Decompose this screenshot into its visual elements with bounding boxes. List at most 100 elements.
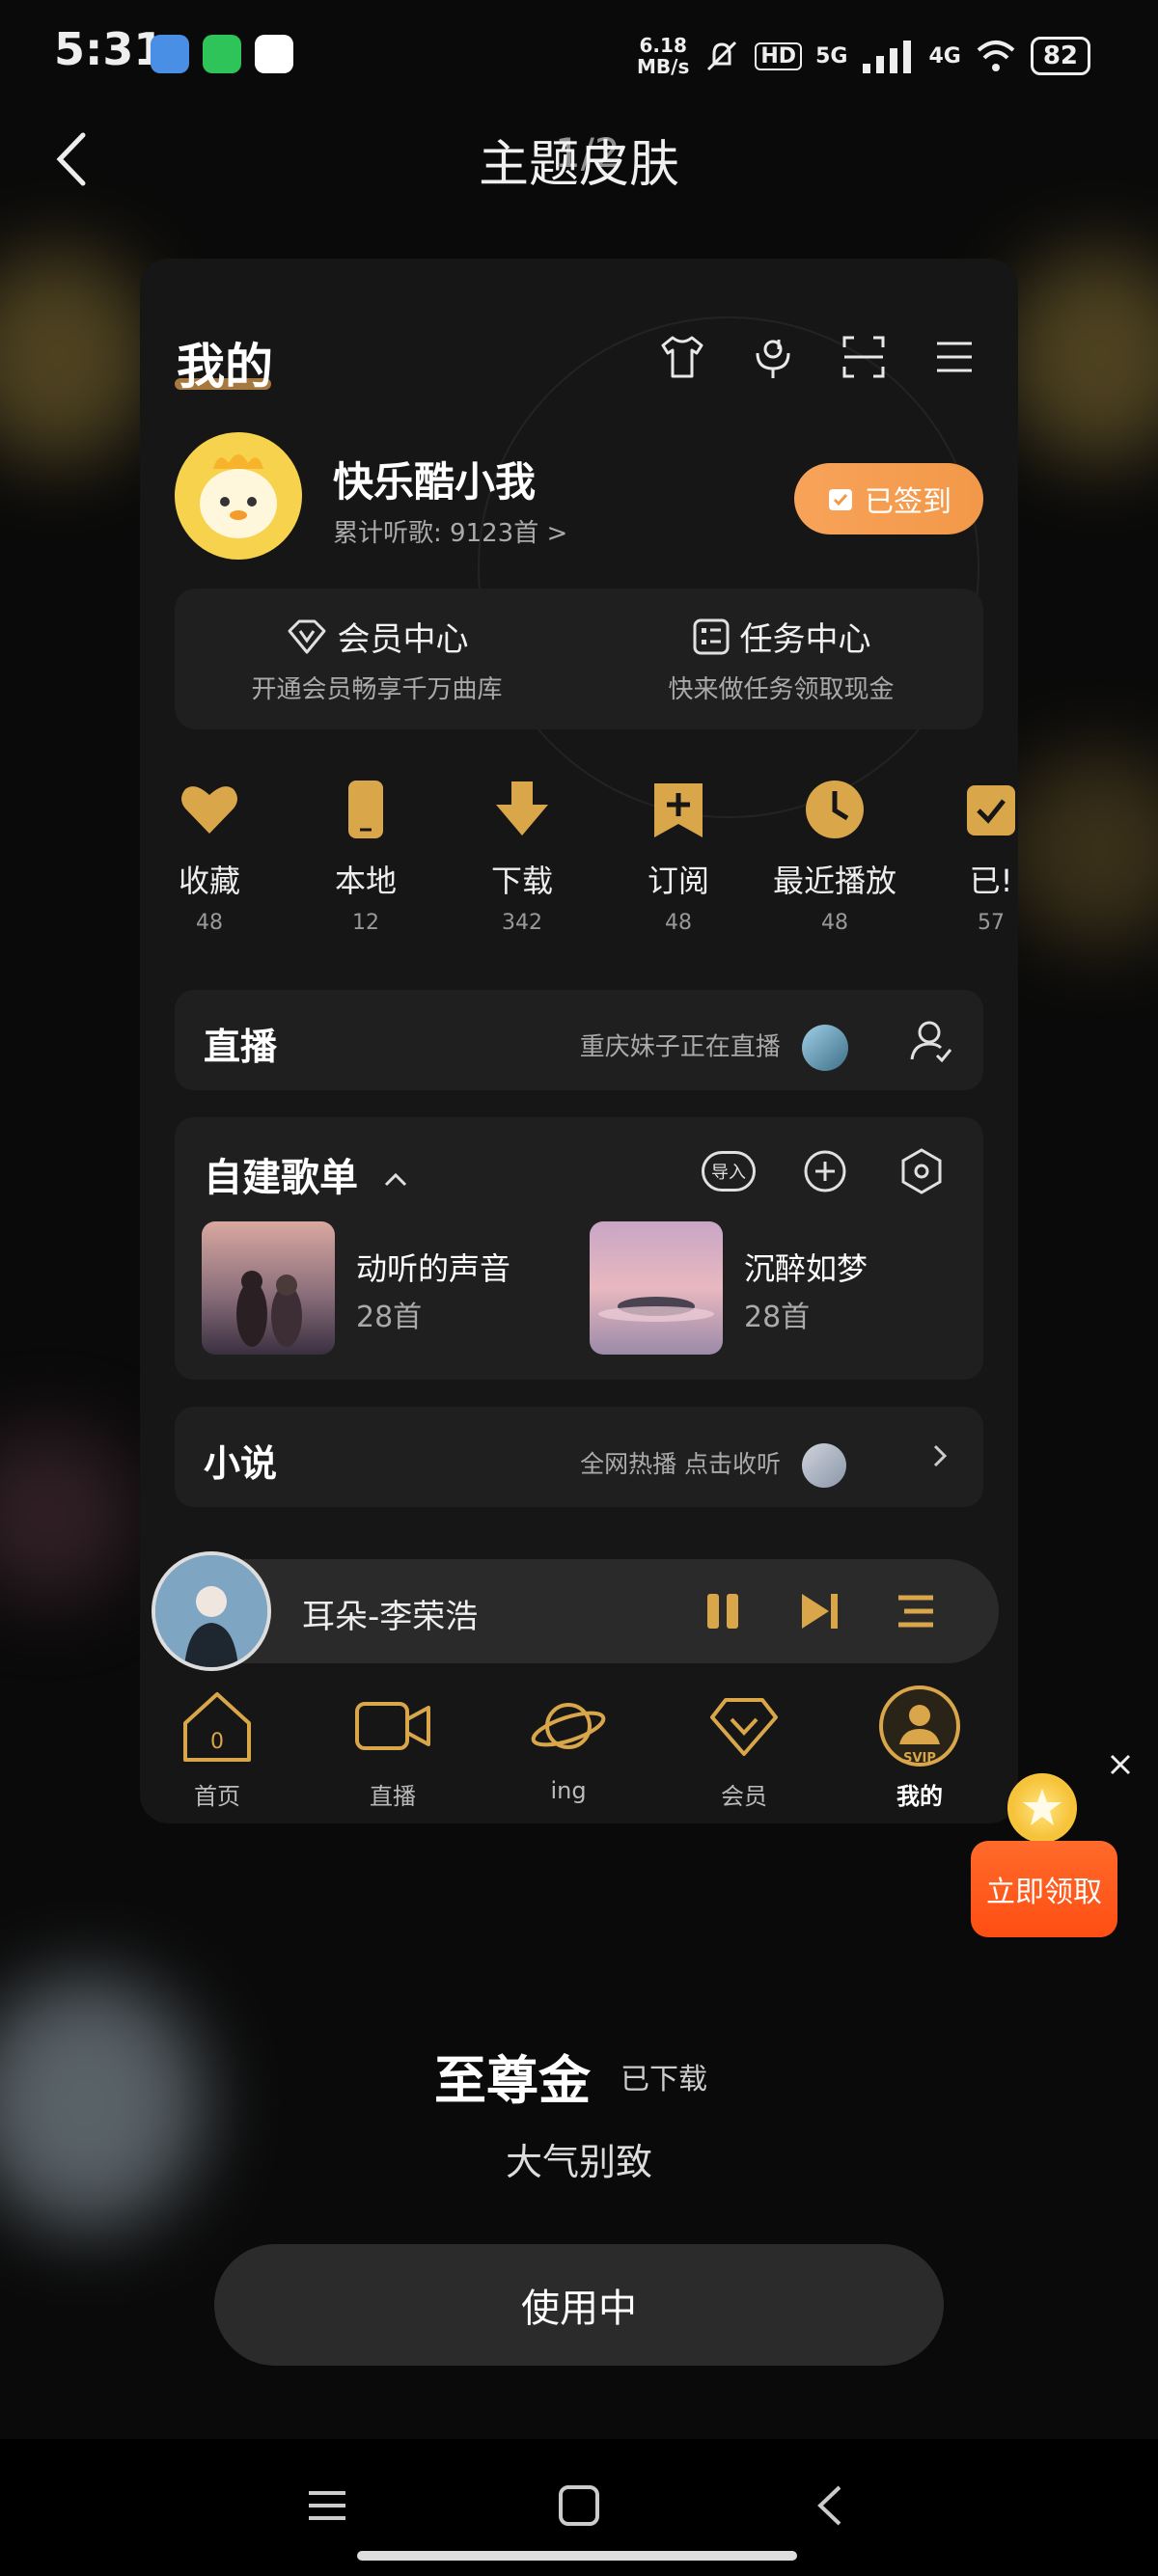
download-status: 已下载 [620,2063,707,2096]
add-playlist-icon[interactable] [798,1144,852,1198]
clock-icon [806,781,864,838]
cloud-island-image [598,1297,714,1322]
playlist-queue-icon[interactable] [891,1586,941,1636]
task-center-title: 任务中心 [739,620,871,659]
live-status-label: 重庆妹子正在直播 [579,1032,781,1062]
quick-item-recent[interactable]: 最近播放 48 [758,778,912,935]
player-controls [698,1586,941,1636]
tab-label: 会员 [721,1783,767,1810]
diamond-v-icon [288,619,325,653]
task-center[interactable]: 任务中心 快来做任务领取现金 [579,589,983,729]
tab-label: 我的 [896,1783,943,1810]
playlist-actions: 导入 [702,1144,949,1198]
next-track-icon[interactable] [794,1586,844,1636]
planet-icon [531,1703,606,1749]
playlist-item[interactable]: 沉醉如梦 28首 [590,1221,956,1357]
calendar-check-icon [829,489,852,510]
playlist-item[interactable]: 动听的声音 28首 [202,1221,568,1357]
avatar-mascot-icon [200,454,277,538]
center-row: 会员中心 开通会员畅享千万曲库 任务中心 快来做任务领取现金 [175,589,983,729]
tab-label: 首页 [194,1783,240,1810]
system-back-icon[interactable] [807,2481,855,2530]
preview-title: 我的 [177,339,273,395]
chevron-right-icon [933,1444,948,1467]
close-icon[interactable] [1100,1744,1141,1785]
quick-item-subscribe[interactable]: 订阅 48 [601,778,756,935]
import-label: 导入 [711,1163,746,1183]
app-notification-icon [203,35,241,73]
settings-hex-icon[interactable] [895,1144,949,1198]
member-center-subtitle: 开通会员畅享千万曲库 [251,675,503,704]
scan-icon[interactable] [839,332,889,382]
pause-icon[interactable] [698,1586,748,1636]
tab-vip[interactable]: 会员 [667,1685,821,1811]
hd-badge: HD [755,41,803,70]
avatar[interactable] [175,432,302,560]
mute-icon [707,41,737,71]
video-camera-icon [355,1702,430,1750]
tab-ing[interactable]: ing [491,1685,646,1804]
novel-section[interactable]: 小说 全网热播 点击收听 [175,1407,983,1507]
playlist-title[interactable]: 自建歌单 [204,1146,410,1202]
quick-item-label: 下载 [490,863,553,899]
background-glow [1004,753,1158,945]
menu-icon[interactable] [929,332,979,382]
live-title: 直播 [204,1026,278,1068]
quick-item-favorites[interactable]: 收藏 48 [140,778,287,935]
mini-player[interactable]: 耳朵-李荣浩 [152,1551,999,1671]
phone-icon [348,781,383,838]
live-status-text: 重庆妹子正在直播 [580,1025,848,1071]
home-button-icon[interactable] [555,2481,603,2530]
playlist-name: 沉醉如梦 [744,1250,868,1287]
quick-item-label: 已! [969,863,1013,899]
claim-reward-button[interactable]: 立即领取 [971,1841,1117,1937]
recent-apps-icon[interactable] [303,2481,351,2530]
tab-label: ing [550,1777,587,1804]
quick-item-label: 订阅 [647,863,709,899]
novel-promo: 全网热播 点击收听 [580,1443,846,1488]
quick-item-label: 收藏 [178,863,240,899]
heart-icon [181,786,237,834]
quick-item-label: 本地 [334,863,397,899]
theme-preview-card[interactable]: 我的 快乐酷小我 累计听歌: 9123首 > 已签到 会员中心 开通会员畅享千万… [140,259,1018,1823]
status-right: 6.18 MB/s HD 5G 4G 82 [637,35,1090,77]
home-indicator[interactable] [357,2551,797,2561]
star-coin-icon[interactable] [1007,1773,1077,1843]
theme-name: 至尊金 [434,2050,591,2111]
star-icon [1023,1789,1062,1825]
tab-mine[interactable]: SVIP 我的 [842,1685,997,1811]
live-section[interactable]: 直播 重庆妹子正在直播 [175,990,983,1090]
member-center-title: 会员中心 [337,620,469,659]
playlist-title-label: 自建歌单 [204,1156,358,1200]
import-button[interactable]: 导入 [702,1151,756,1192]
net-speed: 6.18 MB/s [637,35,689,77]
signed-in-button[interactable]: 已签到 [794,463,983,534]
now-playing-title: 耳朵-李荣浩 [302,1598,479,1636]
shirt-icon[interactable] [657,332,707,382]
novel-title: 小说 [204,1442,278,1485]
quick-item-count: 48 [196,911,223,935]
quick-item-count: 48 [665,911,692,935]
background-glow [0,1428,135,1602]
quick-item-local[interactable]: 本地 12 [289,778,443,935]
status-bar: 5:31 6.18 MB/s HD 5G 4G 82 [0,0,1158,116]
home-icon: 0 [183,1692,251,1762]
playlist-name: 动听的声音 [356,1250,511,1287]
quick-item-count: 342 [502,911,542,935]
username[interactable]: 快乐酷小我 [333,450,536,508]
tab-home[interactable]: 0 首页 [140,1685,294,1811]
music-search-icon[interactable] [748,332,798,382]
in-use-button[interactable]: 使用中 [214,2244,944,2366]
tab-live[interactable]: 直播 [316,1685,470,1811]
quick-item-purchased[interactable]: 已! 57 [914,778,1018,935]
svip-badge: SVIP [903,1751,936,1766]
network-4g: 4G [928,43,961,69]
listen-count[interactable]: 累计听歌: 9123首 > [333,513,567,549]
member-center[interactable]: 会员中心 开通会员畅享千万曲库 [175,589,579,729]
live-host-avatar [802,1025,848,1071]
quick-item-download[interactable]: 下载 342 [445,778,599,935]
user-follow-icon[interactable] [908,1017,954,1063]
quick-access-row: 收藏 48 本地 12 下载 342 订阅 48 最近播放 48 已! 57 [140,778,1018,942]
playlist-section: 自建歌单 导入 动听的声音 28首 沉醉如梦 28首 [175,1117,983,1380]
artist-image [155,1555,267,1667]
